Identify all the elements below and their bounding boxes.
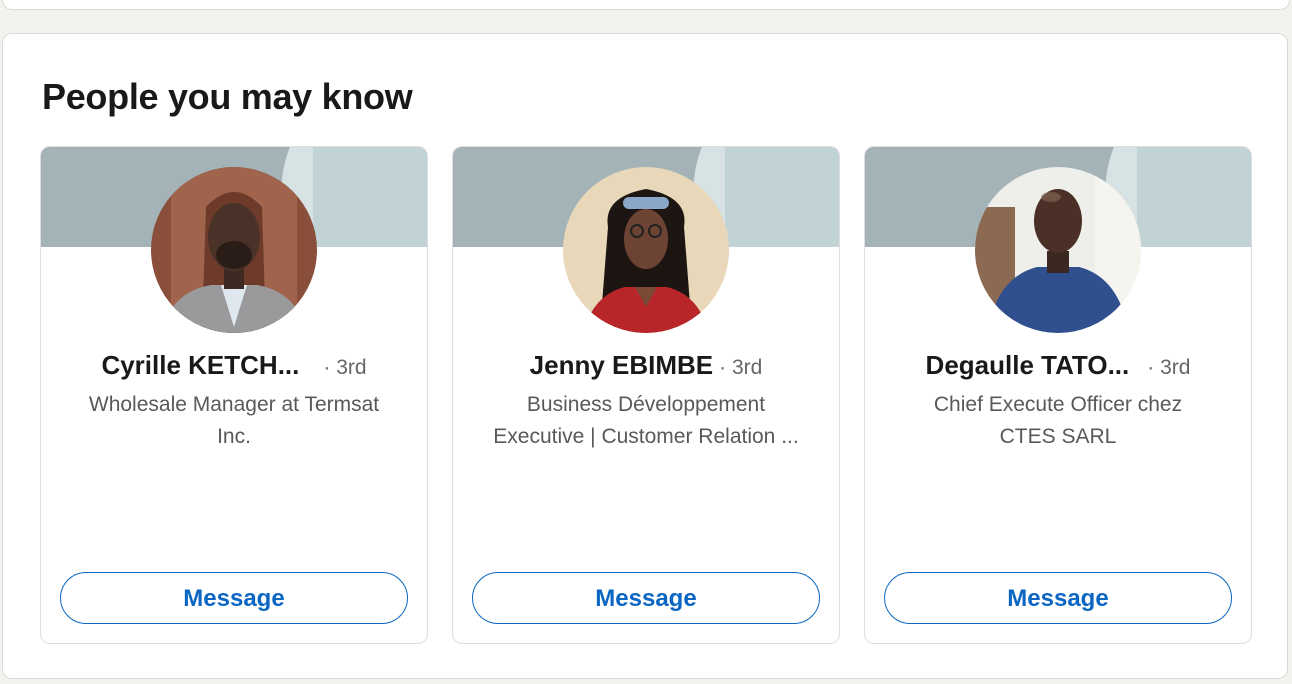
connection-degree: · 3rd (323, 356, 367, 379)
person-name[interactable]: Jenny EBIMBE (530, 350, 714, 380)
headline-line: Chief Execute Officer chez (933, 393, 1183, 416)
headline-line: CTES SARL (999, 425, 1117, 448)
people-you-may-know-section: People you may know Cyrille KETCH... · 3r… (2, 33, 1288, 679)
headline-line: Executive | Customer Relation ... (493, 425, 799, 448)
headline-line: Business Développement (526, 393, 766, 416)
person-headline: Chief Execute Officer chez CTES SARL (893, 389, 1223, 453)
profile-photo-icon (151, 167, 317, 333)
message-button[interactable]: Message (472, 572, 820, 624)
person-headline: Business Développement Executive | Custo… (481, 389, 811, 453)
avatar[interactable] (975, 167, 1141, 333)
message-button[interactable]: Message (60, 572, 408, 624)
connection-degree: · 3rd (719, 356, 763, 379)
profile-photo-icon (563, 167, 729, 333)
person-card[interactable]: Cyrille KETCH... · 3rd Wholesale Manager … (40, 146, 428, 644)
name-line: Degaulle TATO... · 3rd (865, 350, 1251, 381)
section-title: People you may know (42, 76, 413, 117)
person-headline: Wholesale Manager at Termsat Inc. (69, 389, 399, 453)
person-name[interactable]: Cyrille KETCH... (101, 350, 299, 380)
headline-line: Wholesale Manager at Termsat (88, 393, 380, 416)
person-name[interactable]: Degaulle TATO... (926, 350, 1130, 380)
connection-degree: · 3rd (1147, 356, 1191, 379)
person-card[interactable]: Degaulle TATO... · 3rd Chief Execute Offi… (864, 146, 1252, 644)
previous-section-card (2, 0, 1290, 10)
name-line: Cyrille KETCH... · 3rd (41, 350, 427, 381)
person-card[interactable]: Jenny EBIMBE · 3rd Business Développement… (452, 146, 840, 644)
message-button[interactable]: Message (884, 572, 1232, 624)
profile-photo-icon (975, 167, 1141, 333)
headline-line: Inc. (217, 425, 251, 448)
name-line: Jenny EBIMBE · 3rd (453, 350, 839, 381)
avatar[interactable] (563, 167, 729, 333)
avatar[interactable] (151, 167, 317, 333)
